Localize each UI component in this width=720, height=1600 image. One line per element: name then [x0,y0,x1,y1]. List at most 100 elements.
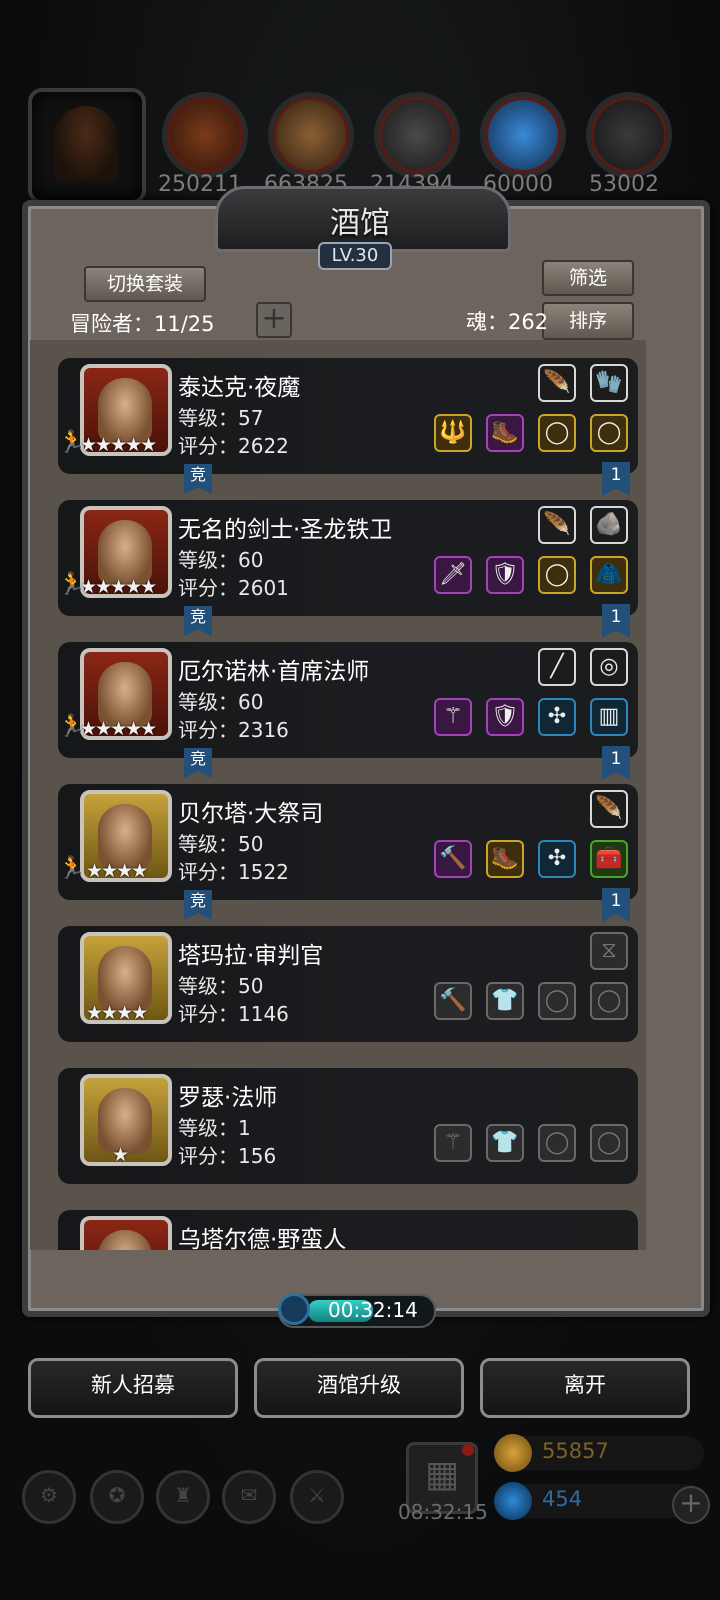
adventurer-card[interactable]: ★ 罗瑟·法师 等级：1 评分：156 ⚚ 👕 ◯ ◯ [58,1068,638,1184]
equipment-slot[interactable]: 🧰 [590,840,628,878]
sword-icon[interactable]: ⚔ [290,1470,344,1524]
adventurer-card[interactable]: ★★★★ 🏃 贝尔塔·大祭司 等级：50 评分：1522 🪶 🔨 🥾 ✣ 🧰 [58,784,638,900]
equipment-slot-top[interactable]: ◎ [590,648,628,686]
equipment-slot[interactable]: ✣ [538,698,576,736]
adventurer-card[interactable]: 乌塔尔德·野蛮人 [58,1210,638,1250]
portrait-avatar[interactable] [80,1216,172,1250]
notification-dot [462,1444,474,1456]
adventurer-level: 等级：57 [178,406,264,430]
equipment-slot[interactable]: 🔱 [434,414,472,452]
gold-bar: 55857 [494,1434,704,1472]
equipment-slot-top[interactable]: 🧤 [590,364,628,402]
sort-button[interactable]: 排序 [542,302,634,340]
adventurer-score: 评分：2601 [178,576,289,600]
equipment-slot[interactable]: 🔨 [434,982,472,1020]
equipment-slot[interactable]: ⚚ [434,1124,472,1162]
switch-outfit-button[interactable]: 切换套装 [84,266,206,302]
adventurer-name: 塔玛拉·审判官 [178,943,324,969]
adventurer-card[interactable]: ★★★★★ 🏃 泰达克·夜魔 等级：57 评分：2622 🪶 🧤 🔱 🥾 ◯ ◯ [58,358,638,474]
equipment-slot[interactable]: ◯ [590,414,628,452]
adventurer-card[interactable]: ★★★★★ 🏃 无名的剑士·圣龙铁卫 等级：60 评分：2601 🪶 🪨 🗡 🛡 ◯ 🧥 [58,500,638,616]
adventurer-name: 泰达克·夜魔 [178,375,301,401]
equipment-slot-top[interactable]: ⧖ [590,932,628,970]
adventurer-level: 等级：1 [178,1116,251,1140]
equipment-slot[interactable]: 🗡 [434,556,472,594]
equipment-slot[interactable]: ◯ [538,414,576,452]
equipment-slot[interactable]: ⚚ [434,698,472,736]
equipment-slot[interactable]: ▥ [590,698,628,736]
competitive-tag: 竞 [184,748,212,778]
equipment-slot[interactable]: 🔨 [434,840,472,878]
star-rating: ★★★★★ [80,576,157,598]
adventurer-score: 评分：2316 [178,718,289,742]
equipment-slot[interactable]: ◯ [538,1124,576,1162]
rank-ribbon: 1 [602,604,630,638]
clock-icon [278,1293,310,1325]
equipment-slot[interactable]: ◯ [590,982,628,1020]
star-rating: ★★★★ [86,1002,148,1024]
face-icon [98,1230,152,1250]
equipment-slot-top[interactable]: ╱ [538,648,576,686]
equipment-slot-top[interactable]: 🪶 [538,364,576,402]
adventurer-name: 乌塔尔德·野蛮人 [178,1227,347,1250]
add-slot-button[interactable]: + [256,302,292,338]
adventurer-score: 评分：1146 [178,1002,289,1026]
gem-icon [494,1482,532,1520]
gold-scroll-icon [494,1434,532,1472]
equipment-slot[interactable]: 🧥 [590,556,628,594]
adventurer-card[interactable]: ★★★★★ 🏃 厄尔诺林·首席法师 等级：60 评分：2316 ╱ ◎ ⚚ 🛡 ✣ ▥ [58,642,638,758]
runner-icon: 🏃 [58,714,86,739]
equipment-slot[interactable]: 👕 [486,982,524,1020]
equipment-slot-top[interactable]: 🪨 [590,506,628,544]
equipment-slot[interactable]: ✣ [538,840,576,878]
leave-button[interactable]: 离开 [480,1358,690,1418]
leather-resource-icon [162,92,248,178]
gem-amount: 454 [542,1487,583,1511]
runner-icon: 🏃 [58,430,86,455]
rank-ribbon: 1 [602,746,630,780]
equipment-slot[interactable]: ◯ [538,982,576,1020]
tavern-timer: 00:32:14 [278,1293,436,1328]
settings-gear-icon[interactable]: ⚙ [22,1470,76,1524]
equipment-slot[interactable]: 🥾 [486,840,524,878]
resource-row: 250211 663825 214394 60000 53002 [0,88,720,204]
wood-resource-icon [268,92,354,178]
equipment-slot[interactable]: 🥾 [486,414,524,452]
adventurer-name: 贝尔塔·大祭司 [178,801,324,827]
equipment-slot-top[interactable]: 🪶 [590,790,628,828]
adventurer-level: 等级：50 [178,974,264,998]
iron-resource-icon [374,92,460,178]
equipment-slot[interactable]: 🛡 [486,698,524,736]
equipment-slot[interactable]: ◯ [538,556,576,594]
steel-count: 53002 [589,172,659,197]
adventurer-level: 等级：60 [178,690,264,714]
equipment-slot[interactable]: 🛡 [486,556,524,594]
star-rating: ★★★★ [86,860,148,882]
upgrade-tavern-button[interactable]: 酒馆升级 [254,1358,464,1418]
adventurer-card[interactable]: ★★★★ 塔玛拉·审判官 等级：50 评分：1146 ⧖ 🔨 👕 ◯ ◯ [58,926,638,1042]
equipment-slot[interactable]: ◯ [590,1124,628,1162]
competitive-tag: 竞 [184,464,212,494]
adventurer-score: 评分：1522 [178,860,289,884]
recruit-button[interactable]: 新人招募 [28,1358,238,1418]
rank-ribbon: 1 [602,888,630,922]
star-rating: ★ [112,1144,129,1166]
adventurer-level: 等级：60 [178,548,264,572]
tavern-level-badge: LV.30 [318,242,392,270]
mail-icon[interactable]: ✉ [222,1470,276,1524]
adventurer-score: 评分：2622 [178,434,289,458]
adventurer-count: 冒险者：11/25 [70,312,215,336]
castle-icon[interactable]: ♜ [156,1470,210,1524]
equipment-slot-top[interactable]: 🪶 [538,506,576,544]
adventurer-list[interactable]: ★★★★★ 🏃 泰达克·夜魔 等级：57 评分：2622 🪶 🧤 🔱 🥾 ◯ ◯ 竞 1 ★★★★★ 🏃 无名… [58,358,638,1250]
timer-text: 00:32:14 [328,1298,418,1322]
adventurer-name: 罗瑟·法师 [178,1085,278,1111]
filter-button[interactable]: 筛选 [542,260,634,296]
gold-amount: 55857 [542,1439,609,1463]
competitive-tag: 竞 [184,890,212,920]
equipment-slot[interactable]: 👕 [486,1124,524,1162]
rank-ribbon: 1 [602,462,630,496]
add-currency-button[interactable]: + [672,1486,710,1524]
emblem-icon[interactable]: ✪ [90,1470,144,1524]
hero-slot[interactable] [28,88,146,204]
